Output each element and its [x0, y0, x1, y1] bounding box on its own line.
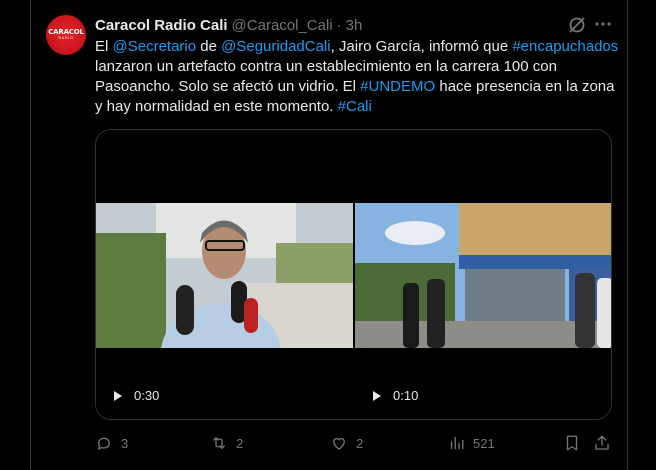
- more-icon[interactable]: [593, 14, 613, 34]
- reply-count: 3: [121, 435, 129, 451]
- hashtag-link[interactable]: #Cali: [338, 98, 372, 115]
- tweet-header: Caracol Radio Cali @Caracol_Cali · 3h: [95, 15, 362, 35]
- tweet[interactable]: CARACOL RADIO Caracol Radio Cali @Caraco…: [31, 0, 627, 470]
- author-handle[interactable]: @Caracol_Cali: [232, 17, 333, 34]
- text-segment: El: [95, 38, 113, 55]
- share-button[interactable]: [593, 433, 611, 453]
- tweet-text: El @Secretario de @SeguridadCali, Jairo …: [95, 37, 625, 117]
- media-container: 0:30 0:10: [95, 129, 612, 420]
- views-button[interactable]: 521: [447, 433, 495, 453]
- grok-icon[interactable]: [567, 15, 587, 35]
- tweet-time[interactable]: 3h: [346, 17, 363, 34]
- text-segment: , Jairo García, informó que: [330, 38, 513, 55]
- views-icon: [450, 437, 464, 449]
- hashtag-link[interactable]: #encapuchados: [512, 38, 618, 55]
- bookmark-icon: [566, 435, 578, 451]
- bookmark-button[interactable]: [563, 433, 581, 453]
- video-thumbnail: [96, 203, 353, 348]
- text-segment: de: [196, 38, 222, 55]
- like-count: 2: [356, 435, 364, 451]
- video-player[interactable]: 0:10: [355, 130, 611, 419]
- repost-count: 2: [236, 435, 244, 451]
- play-icon[interactable]: [114, 390, 122, 401]
- hashtag-link[interactable]: #UNDEMO: [360, 78, 435, 95]
- separator-dot: ·: [336, 16, 342, 34]
- avatar[interactable]: CARACOL RADIO: [46, 15, 86, 55]
- author-name[interactable]: Caracol Radio Cali: [95, 17, 228, 34]
- views-count: 521: [473, 435, 495, 451]
- reply-icon: [98, 437, 110, 450]
- repost-button[interactable]: 2: [210, 433, 243, 453]
- mention-link[interactable]: @Secretario: [113, 38, 197, 55]
- video-duration: 0:10: [393, 388, 419, 403]
- tweet-actions: 3 2 2 521: [95, 433, 617, 453]
- avatar-brand-subtext: RADIO: [58, 36, 74, 40]
- video-thumbnail: [355, 203, 611, 348]
- video-player[interactable]: 0:30: [96, 130, 353, 419]
- heart-icon: [333, 437, 345, 450]
- play-icon[interactable]: [373, 390, 381, 401]
- repost-icon: [213, 437, 225, 449]
- video-play-control[interactable]: 0:10: [373, 388, 418, 403]
- share-icon: [595, 435, 609, 450]
- reply-button[interactable]: 3: [95, 433, 128, 453]
- mention-link[interactable]: @SeguridadCali: [221, 38, 330, 55]
- avatar-brand-text: CARACOL: [48, 28, 84, 36]
- video-play-control[interactable]: 0:30: [114, 388, 159, 403]
- video-duration: 0:30: [134, 388, 160, 403]
- like-button[interactable]: 2: [330, 433, 363, 453]
- timeline-column: CARACOL RADIO Caracol Radio Cali @Caraco…: [30, 0, 628, 470]
